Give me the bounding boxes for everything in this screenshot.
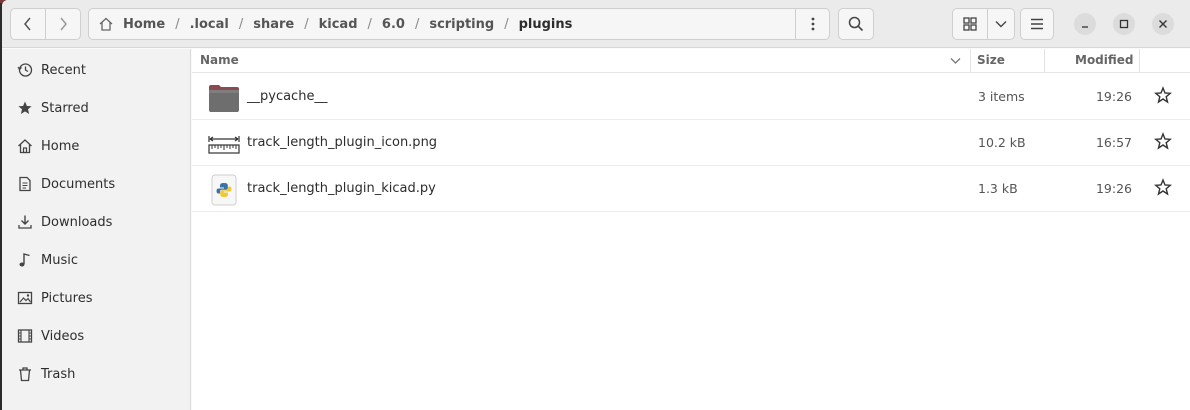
column-name[interactable]: Name <box>200 53 239 67</box>
column-header: Name Size Modified <box>192 49 1190 73</box>
breadcrumb-version[interactable]: 6.0 <box>378 17 409 32</box>
breadcrumb-separator: / <box>175 16 180 32</box>
image-file-icon <box>208 134 240 154</box>
star-icon <box>16 99 34 117</box>
breadcrumb-home[interactable]: Home <box>89 17 169 32</box>
main-menu-button[interactable] <box>1020 8 1054 40</box>
video-icon <box>16 327 34 345</box>
search-button[interactable] <box>838 8 874 40</box>
sidebar-item-documents[interactable]: Documents <box>2 165 191 203</box>
path-menu-button[interactable] <box>795 9 829 39</box>
column-divider <box>970 49 971 73</box>
view-options-button[interactable] <box>987 8 1015 40</box>
close-icon <box>1159 20 1167 28</box>
picture-icon <box>16 289 34 307</box>
file-list: Name Size Modified __pycache__ 3 items 1… <box>192 49 1190 410</box>
sidebar-item-trash[interactable]: Trash <box>2 355 191 393</box>
breadcrumb-separator: / <box>504 16 509 32</box>
chevron-right-icon <box>60 17 67 31</box>
file-row[interactable]: __pycache__ 3 items 19:26 <box>192 74 1190 120</box>
sidebar: Recent Starred Home Documents Downloads <box>2 49 191 410</box>
breadcrumb-scripting[interactable]: scripting <box>425 17 498 32</box>
sidebar-item-label: Trash <box>41 366 76 382</box>
breadcrumb-share[interactable]: share <box>249 17 298 32</box>
column-modified[interactable]: Modified <box>1075 53 1134 67</box>
path-bar: Home / .local / share / kicad / 6.0 / sc… <box>88 8 830 40</box>
close-button[interactable] <box>1152 13 1174 35</box>
star-toggle-icon[interactable] <box>1154 132 1172 150</box>
clock-icon <box>16 61 34 79</box>
file-name: __pycache__ <box>247 89 328 104</box>
sidebar-item-label: Home <box>41 138 80 154</box>
file-name: track_length_plugin_kicad.py <box>247 181 436 196</box>
search-icon <box>848 16 864 32</box>
download-icon <box>16 213 34 231</box>
minimize-icon <box>1082 26 1088 28</box>
python-file-icon <box>211 174 237 206</box>
star-toggle-icon[interactable] <box>1154 178 1172 196</box>
column-divider <box>1139 49 1140 73</box>
sidebar-item-label: Pictures <box>41 290 93 306</box>
column-size[interactable]: Size <box>977 53 1005 67</box>
back-button[interactable] <box>10 8 46 40</box>
maximize-icon <box>1119 19 1129 29</box>
sidebar-item-starred[interactable]: Starred <box>2 89 191 127</box>
sort-chevron-icon[interactable] <box>950 57 961 65</box>
breadcrumb-separator: / <box>304 16 309 32</box>
sidebar-item-label: Music <box>41 252 78 268</box>
breadcrumb-kicad[interactable]: kicad <box>315 17 362 32</box>
breadcrumb-separator: / <box>414 16 420 32</box>
sidebar-item-label: Videos <box>41 328 85 344</box>
grid-icon <box>963 17 977 31</box>
sidebar-item-label: Recent <box>41 62 86 78</box>
file-size: 3 items <box>978 89 1025 104</box>
file-modified: 19:26 <box>1095 181 1132 196</box>
file-modified: 19:26 <box>1095 89 1132 104</box>
header-bar: Home / .local / share / kicad / 6.0 / sc… <box>2 0 1190 48</box>
music-icon <box>16 251 34 269</box>
sidebar-item-pictures[interactable]: Pictures <box>2 279 191 317</box>
file-row[interactable]: track_length_plugin_kicad.py 1.3 kB 19:2… <box>192 166 1190 212</box>
column-divider <box>1044 49 1045 73</box>
breadcrumb-plugins[interactable]: plugins <box>515 17 577 32</box>
sidebar-item-label: Starred <box>41 100 89 116</box>
maximize-button[interactable] <box>1113 13 1135 35</box>
grid-view-button[interactable] <box>952 8 988 40</box>
file-modified: 16:57 <box>1095 135 1132 150</box>
breadcrumb-separator: / <box>238 16 244 32</box>
hamburger-icon <box>1031 18 1043 30</box>
sidebar-item-downloads[interactable]: Downloads <box>2 203 191 241</box>
breadcrumb-local[interactable]: .local <box>186 17 233 32</box>
file-size: 1.3 kB <box>978 181 1018 196</box>
file-row[interactable]: track_length_plugin_icon.png 10.2 kB 16:… <box>192 120 1190 166</box>
trash-icon <box>16 365 34 383</box>
sidebar-item-videos[interactable]: Videos <box>2 317 191 355</box>
sidebar-item-label: Documents <box>41 176 116 192</box>
chevron-down-icon <box>995 21 1007 28</box>
file-size: 10.2 kB <box>978 135 1026 150</box>
file-manager-window: Home / .local / share / kicad / 6.0 / sc… <box>2 0 1190 410</box>
home-icon <box>99 17 113 31</box>
sidebar-item-label: Downloads <box>41 214 113 230</box>
chevron-left-icon <box>24 17 31 31</box>
folder-icon <box>209 85 239 112</box>
home-icon <box>16 137 34 155</box>
vertical-dots-icon <box>811 17 814 31</box>
breadcrumb-separator: / <box>367 16 372 32</box>
minimize-button[interactable] <box>1074 13 1096 35</box>
document-icon <box>16 175 34 193</box>
forward-button[interactable] <box>45 8 81 40</box>
star-toggle-icon[interactable] <box>1154 86 1172 104</box>
breadcrumb-home-label: Home <box>123 16 166 32</box>
sidebar-item-home[interactable]: Home <box>2 127 191 165</box>
sidebar-item-music[interactable]: Music <box>2 241 191 279</box>
sidebar-item-recent[interactable]: Recent <box>2 51 191 89</box>
file-name: track_length_plugin_icon.png <box>247 135 438 150</box>
